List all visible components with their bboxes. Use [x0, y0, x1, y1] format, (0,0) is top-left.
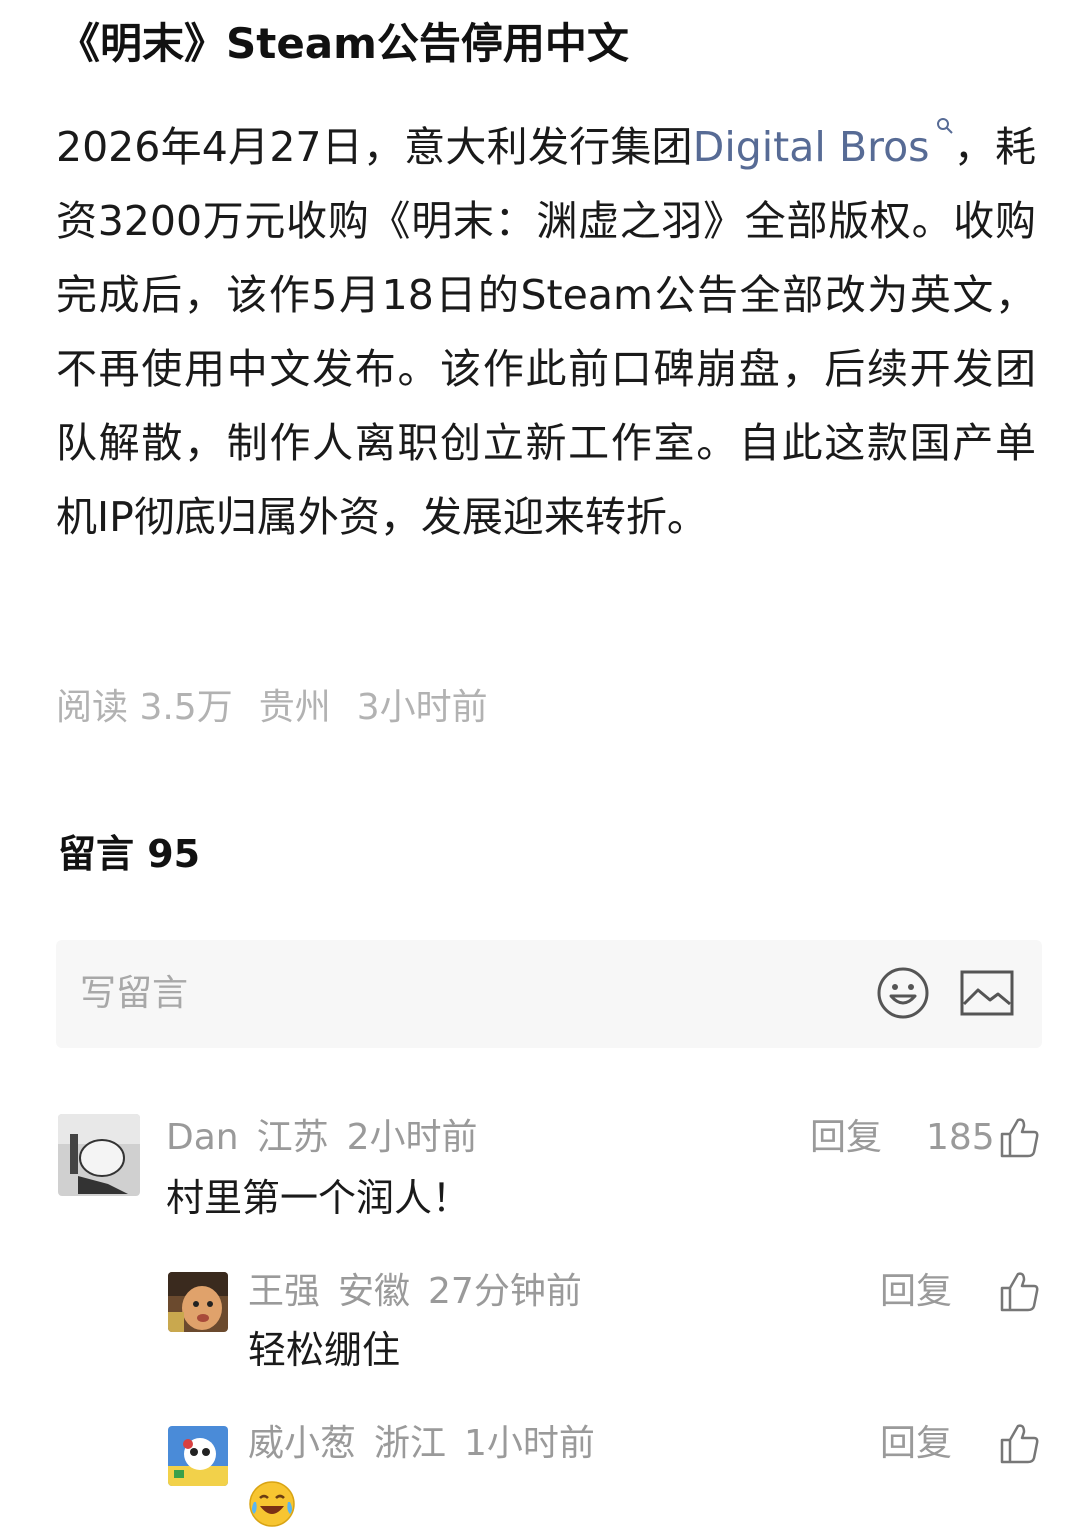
reply-button[interactable]: 回复	[810, 1112, 882, 1164]
comment-meta: Dan 江苏 2小时前	[166, 1112, 496, 1164]
comment-meta: 威小葱 浙江 1小时前	[248, 1418, 613, 1470]
article-body-rest: ，耗资3200万元收购《明末：渊虚之羽》全部版权。收购完成后，该作5月18日的S…	[56, 123, 1037, 541]
reply-button[interactable]: 回复	[880, 1418, 952, 1470]
comment-location: 安徽	[338, 1271, 411, 1312]
article-title: 《明末》Steam公告停用中文	[58, 19, 629, 68]
image-icon[interactable]	[960, 970, 1014, 1016]
avatar[interactable]	[168, 1426, 228, 1486]
article-body-intro: 2026年4月27日，意大利发行集团	[56, 123, 693, 171]
comment-username[interactable]: 威小葱	[248, 1423, 356, 1464]
article-body: 2026年4月27日，意大利发行集团Digital Bros ，耗资3200万元收…	[56, 110, 1036, 554]
comment-location: 浙江	[374, 1423, 447, 1464]
comment-time: 1小时前	[464, 1423, 595, 1464]
comment-text: 村里第一个润人！	[166, 1176, 471, 1220]
avatar[interactable]	[168, 1272, 228, 1332]
comment-location: 江苏	[256, 1117, 329, 1158]
comment-input-box[interactable]: 写留言	[56, 940, 1042, 1048]
comment-username[interactable]: 王强	[248, 1271, 320, 1312]
smiley-icon[interactable]	[876, 966, 930, 1020]
publisher-link[interactable]: Digital Bros	[693, 123, 930, 171]
comment-input-placeholder[interactable]: 写留言	[80, 966, 188, 1022]
thumbs-up-icon[interactable]	[1000, 1116, 1040, 1158]
search-icon[interactable]	[936, 117, 954, 135]
comment-meta: 王强 安徽 27分钟前	[248, 1266, 600, 1318]
article-location: 贵州	[258, 687, 331, 728]
article-meta: 阅读 3.5万 贵州 3小时前	[56, 682, 514, 734]
article-time: 3小时前	[356, 687, 488, 728]
thumbs-up-icon[interactable]	[1000, 1422, 1040, 1464]
comment-time: 27分钟前	[428, 1271, 582, 1312]
laughing-crying-emoji	[249, 1481, 295, 1527]
like-count: 185	[926, 1117, 995, 1158]
comments-header: 留言 95	[58, 832, 201, 876]
reply-button[interactable]: 回复	[880, 1266, 952, 1318]
comment-text: 轻松绷住	[248, 1328, 401, 1372]
avatar[interactable]	[58, 1114, 140, 1196]
thumbs-up-icon[interactable]	[1000, 1270, 1040, 1312]
read-count: 阅读 3.5万	[56, 687, 233, 728]
comment-time: 2小时前	[346, 1117, 478, 1158]
comment-username[interactable]: Dan	[166, 1117, 239, 1158]
